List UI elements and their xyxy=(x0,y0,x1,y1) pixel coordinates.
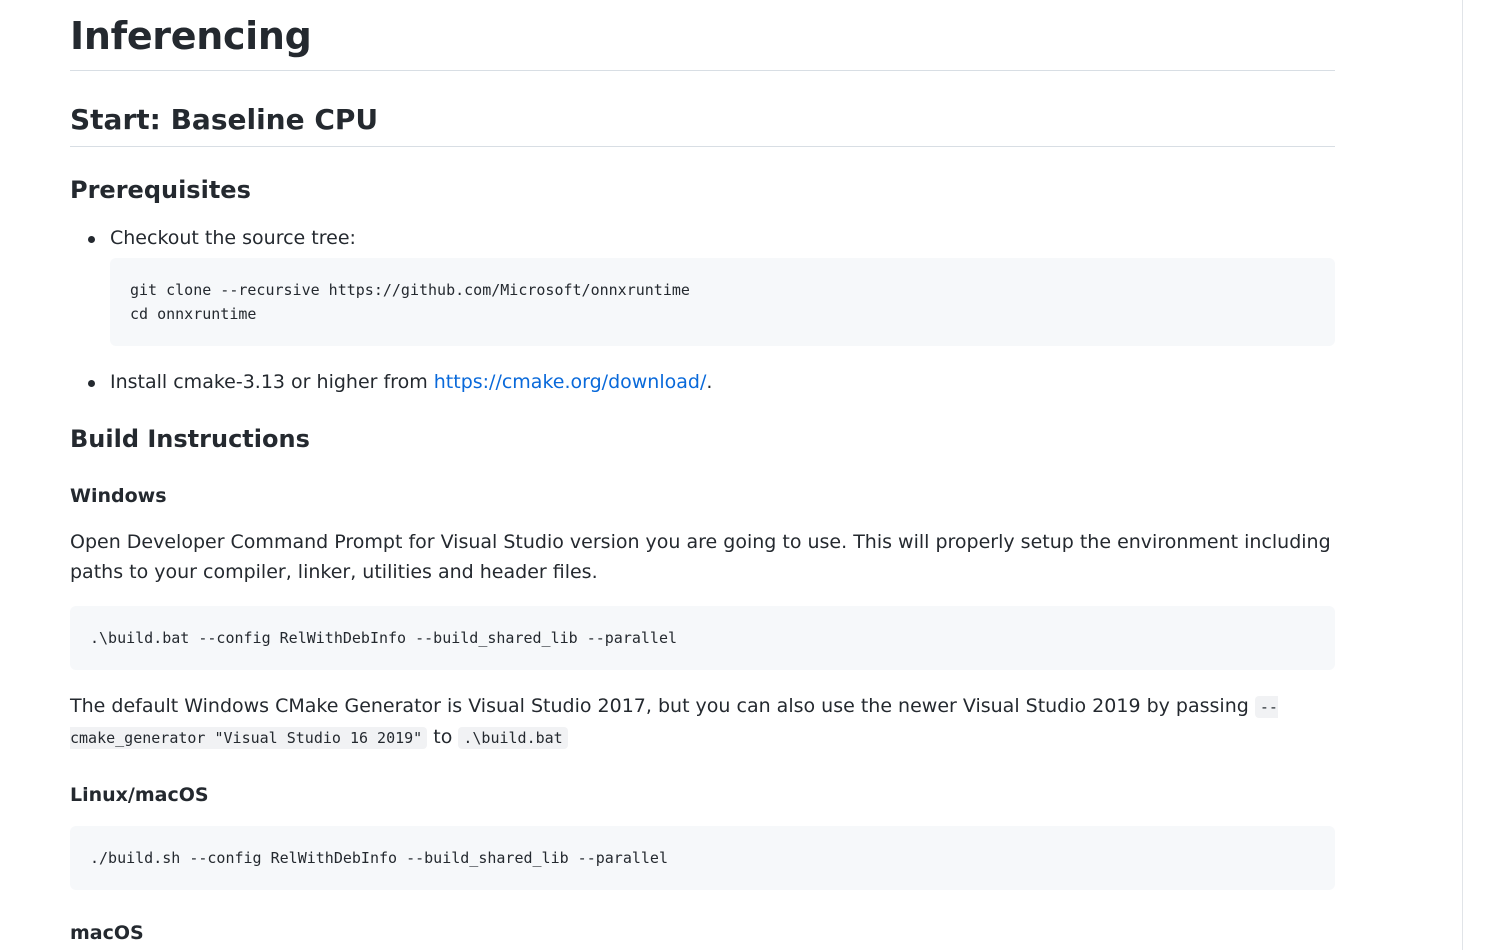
prerequisites-list: Checkout the source tree: git clone --re… xyxy=(70,224,1335,396)
linux-macos-heading: Linux/macOS xyxy=(70,784,209,806)
windows-heading: Windows xyxy=(70,485,167,507)
list-item-suffix: . xyxy=(706,371,713,393)
macos-heading: macOS xyxy=(70,922,144,944)
prerequisites-heading: Prerequisites xyxy=(70,176,251,204)
code-block-linux-build[interactable]: ./build.sh --config RelWithDebInfo --bui… xyxy=(70,826,1335,890)
list-item-text: Install cmake-3.13 or higher from xyxy=(110,371,434,393)
cmake-download-link[interactable]: https://cmake.org/download/ xyxy=(434,371,707,393)
windows-generator-note: The default Windows CMake Generator is V… xyxy=(70,691,1335,753)
code-block-git-clone[interactable]: git clone --recursive https://github.com… xyxy=(110,258,1335,346)
inline-code-build-bat: .\build.bat xyxy=(458,727,568,749)
bullet-icon xyxy=(88,380,95,387)
note-text: The default Windows CMake Generator is V… xyxy=(70,695,1255,717)
windows-description: Open Developer Command Prompt for Visual… xyxy=(70,531,1331,583)
markdown-body: Inferencing Start: Baseline CPU Prerequi… xyxy=(70,0,1335,946)
list-item: Checkout the source tree: git clone --re… xyxy=(88,224,1335,346)
code-block-windows-build[interactable]: .\build.bat --config RelWithDebInfo --bu… xyxy=(70,606,1335,670)
bullet-icon xyxy=(88,236,95,243)
page-right-border xyxy=(1462,0,1463,950)
list-item: Install cmake-3.13 or higher from https:… xyxy=(88,368,1335,396)
build-instructions-heading: Build Instructions xyxy=(70,425,310,453)
list-item-text: Checkout the source tree: xyxy=(110,227,356,249)
note-text: to xyxy=(427,726,459,748)
page-title: Inferencing xyxy=(70,0,1335,71)
section-title: Start: Baseline CPU xyxy=(70,100,1335,147)
